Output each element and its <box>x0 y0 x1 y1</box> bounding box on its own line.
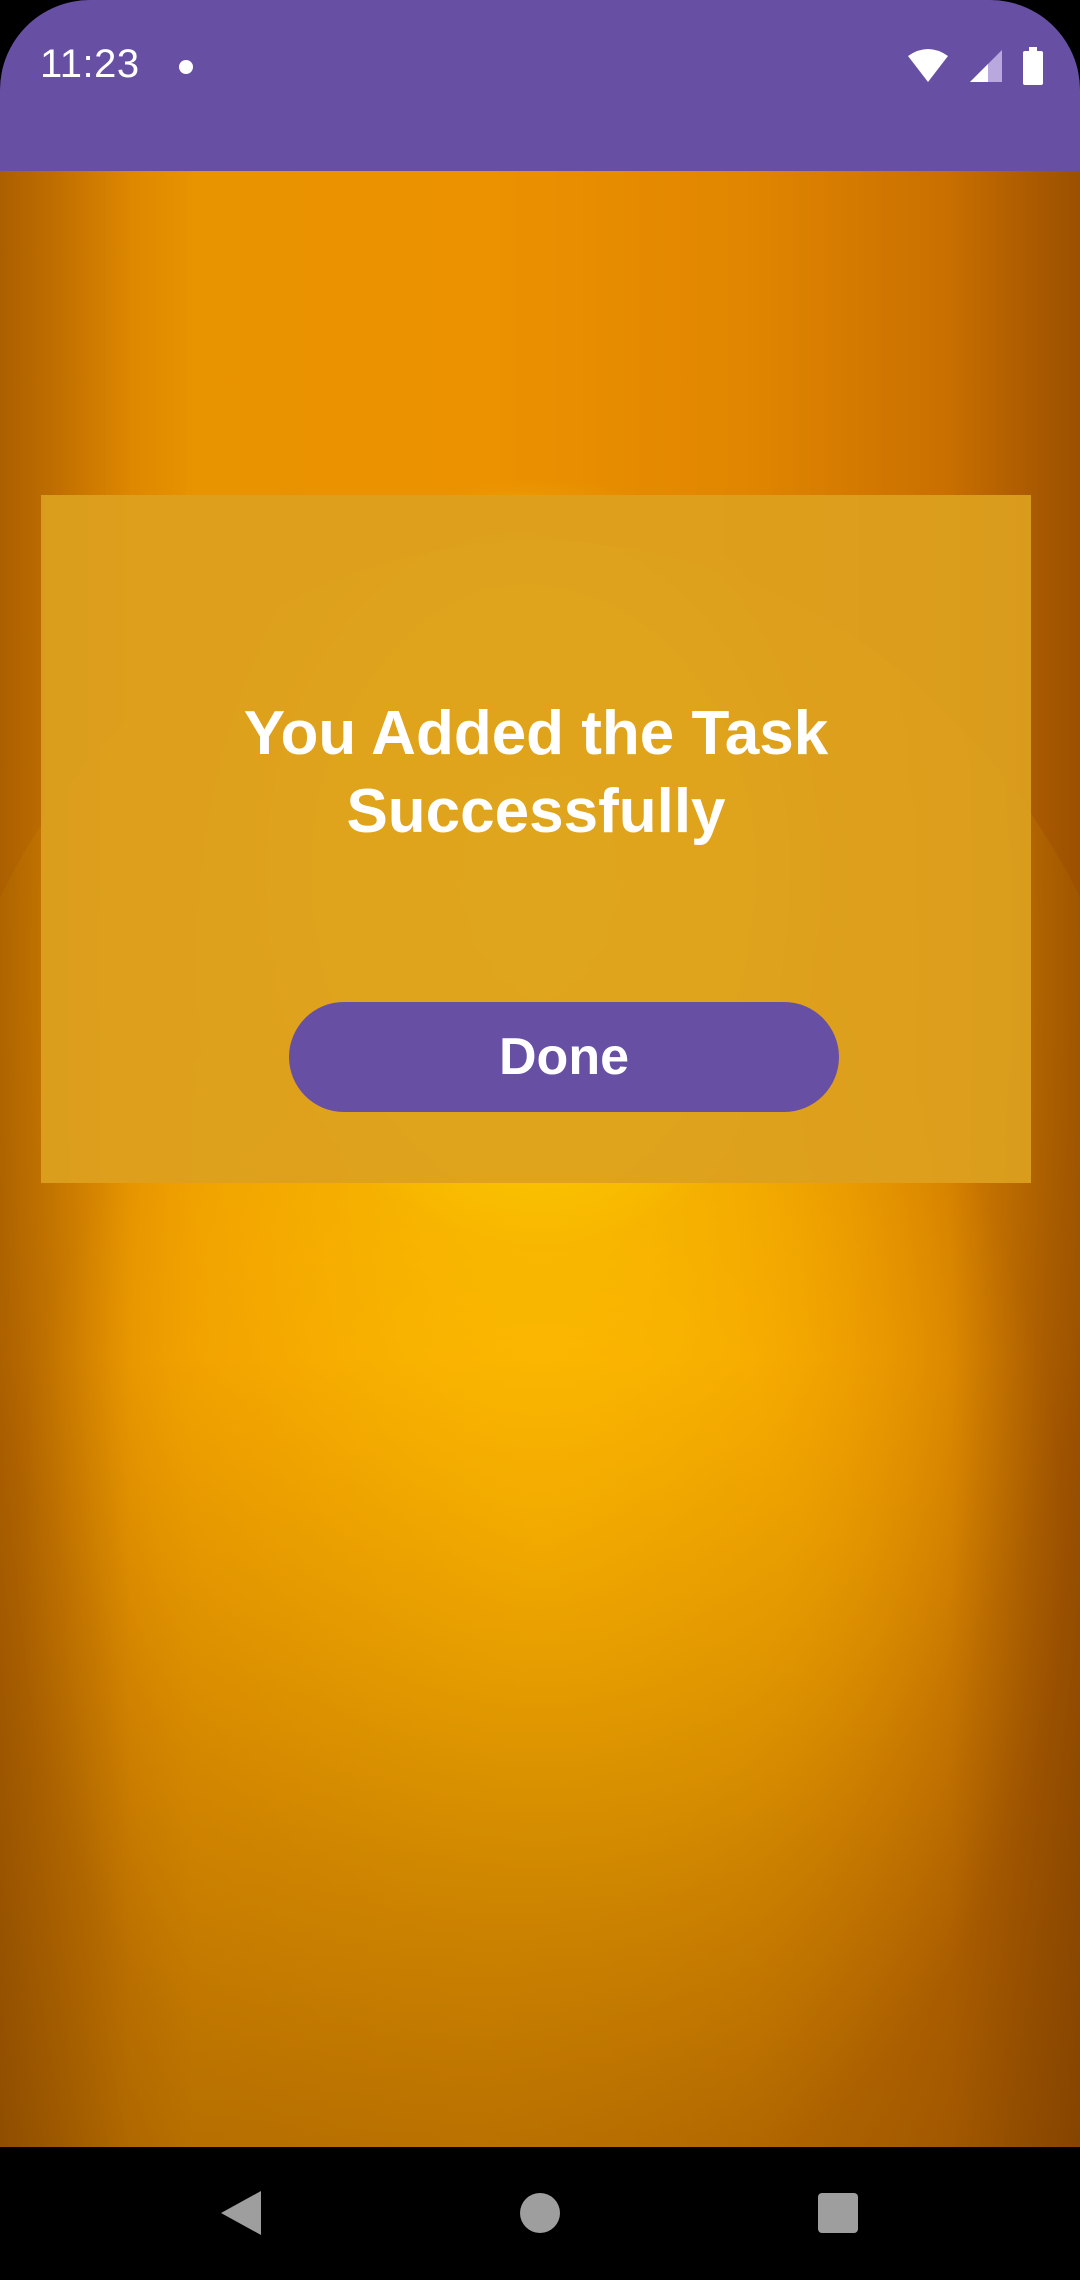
status-bar: 11:23 <box>0 0 1080 171</box>
status-time: 11:23 <box>40 42 140 86</box>
cell-signal-icon <box>968 48 1004 89</box>
done-button[interactable]: Done <box>289 1002 839 1112</box>
device-screen: 11:23 You Added the Task Successfully Do… <box>0 0 1080 2280</box>
navigation-bar <box>0 2147 1080 2280</box>
status-icons <box>906 46 1044 90</box>
success-message-line2: Successfully <box>346 777 726 846</box>
home-icon[interactable] <box>510 2183 570 2243</box>
success-dialog: You Added the Task Successfully Done <box>41 495 1031 1183</box>
back-icon[interactable] <box>210 2183 270 2243</box>
wifi-icon <box>906 48 950 89</box>
success-message: You Added the Task Successfully <box>41 695 1031 851</box>
success-message-line1: You Added the Task <box>243 699 829 768</box>
battery-icon <box>1022 46 1044 90</box>
notification-dot-icon <box>179 60 193 74</box>
recents-icon[interactable] <box>808 2183 868 2243</box>
